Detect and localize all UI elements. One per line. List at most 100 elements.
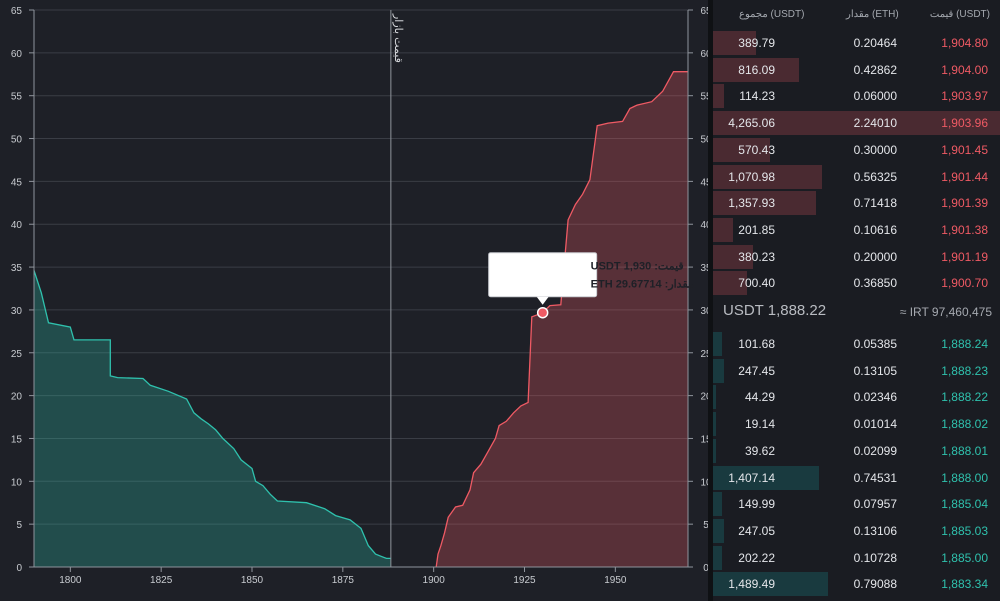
y-tick-label: 35	[11, 263, 23, 274]
tooltip-box	[488, 252, 598, 298]
ask-row[interactable]: 114.23 0.06000 1,903.97	[713, 83, 1000, 109]
bid-row[interactable]: 1,407.14 0.74531 1,888.00	[713, 465, 1000, 490]
bid-row[interactable]: 247.45 0.13105 1,888.23	[713, 358, 1000, 383]
y-tick-label: 45	[700, 177, 708, 188]
tooltip-arrow	[536, 296, 549, 305]
ask-row[interactable]: 4,265.06 2.24010 1,903.96	[713, 110, 1000, 136]
y-axis-left: 0 5 10 15 20 25 30 35 40 45 50 55 60 65	[11, 6, 35, 574]
bid-total: 1,489.49	[728, 577, 775, 592]
y-tick-label: 60	[700, 49, 708, 60]
bid-depth-bar	[713, 438, 716, 463]
bid-total: 19.14	[744, 417, 775, 432]
header-total: مجموع (USDT)	[739, 9, 805, 20]
y-tick-label: 65	[700, 6, 708, 17]
ask-price: 1,901.39	[941, 196, 988, 211]
ask-total: 570.43	[738, 142, 775, 157]
ask-row[interactable]: 1,070.98 0.56325 1,901.44	[713, 164, 1000, 189]
ask-total: 114.23	[739, 89, 775, 104]
ask-amount: 0.20464	[853, 36, 897, 50]
ask-total: 700.40	[738, 276, 775, 291]
ask-row[interactable]: 570.43 0.30000 1,901.45	[713, 137, 1000, 162]
bid-depth-bar	[713, 358, 725, 383]
market-price-label: قیمت بازار	[392, 13, 404, 63]
bid-total: 101.68	[738, 337, 775, 351]
y-tick-label: 25	[700, 349, 708, 360]
bid-amount: 0.01014	[853, 417, 897, 432]
x-tick-label: 1800	[59, 575, 82, 586]
bid-amount: 0.10728	[853, 550, 897, 565]
bid-price: 1,885.00	[941, 550, 988, 565]
y-tick-label: 5	[16, 520, 22, 531]
y-tick-label: 20	[700, 392, 708, 403]
depth-chart[interactable]: 1800 1825 1850 1875 1900 1925 1950 0 5 10 15 20 25 3…	[0, 0, 708, 601]
x-tick-label: 1925	[513, 575, 536, 586]
y-tick-label: 15	[11, 434, 23, 445]
ask-price: 1,904.00	[941, 62, 988, 77]
bid-row[interactable]: 39.62 0.02099 1,888.01	[713, 438, 1000, 463]
bid-total: 202.22	[738, 550, 775, 565]
y-tick-label: 65	[11, 6, 23, 17]
ask-total: 4,265.06	[728, 116, 775, 131]
bid-row[interactable]: 149.99 0.07957 1,885.04	[713, 491, 1000, 517]
ask-price: 1,901.45	[941, 142, 988, 157]
y-tick-label: 10	[700, 477, 708, 488]
y-tick-label: 40	[11, 220, 23, 231]
bid-price: 1,888.00	[941, 470, 988, 485]
bid-amount: 0.02346	[853, 390, 897, 405]
bid-depth-bar	[713, 518, 725, 543]
y-tick-label: 55	[11, 92, 23, 103]
y-tick-label: 25	[11, 349, 23, 360]
ask-price: 1,901.44	[941, 169, 988, 184]
tooltip-amount: مقدار: ETH 29.67714	[591, 279, 694, 291]
bid-row[interactable]: 44.29 0.02346 1,888.22	[713, 384, 1000, 410]
bid-total: 247.45	[738, 363, 775, 378]
bid-row[interactable]: 19.14 0.01014 1,888.02	[713, 411, 1000, 437]
x-tick-label: 1875	[332, 575, 355, 586]
ask-depth-bar	[713, 84, 725, 109]
y-tick-label: 15	[700, 434, 708, 445]
y-tick-label: 45	[11, 177, 23, 188]
bid-total: 149.99	[738, 497, 775, 512]
ask-amount: 0.06000	[853, 89, 897, 104]
bid-amount: 0.13105	[853, 363, 897, 378]
mid-price-irt: ≈ IRT 97,460,475	[899, 305, 992, 319]
bid-row[interactable]: 202.22 0.10728 1,885.00	[713, 545, 1000, 570]
ask-row[interactable]: 816.09 0.42862 1,904.00	[713, 57, 1000, 82]
ask-row[interactable]: 201.85 0.10616 1,901.38	[713, 217, 1000, 242]
y-tick-label: 50	[700, 135, 708, 146]
bid-total: 39.62	[744, 443, 775, 458]
bid-total: 1,407.14	[728, 470, 775, 485]
ask-amount: 0.36850	[853, 276, 897, 291]
x-tick-label: 1900	[423, 575, 446, 586]
bid-price: 1,883.34	[941, 577, 988, 592]
bid-price: 1,885.03	[941, 523, 988, 538]
hover-point	[536, 306, 549, 319]
bid-price: 1,888.01	[941, 443, 988, 458]
bid-price: 1,888.23	[941, 363, 988, 378]
ask-price: 1,903.96	[941, 116, 988, 131]
ask-row[interactable]: 380.23 0.20000 1,901.19	[713, 244, 1000, 269]
bid-amount: 0.74531	[853, 470, 897, 485]
bid-total: 247.05	[738, 523, 775, 538]
bid-row[interactable]: 247.05 0.13106 1,885.03	[713, 518, 1000, 543]
x-tick-label: 1850	[241, 575, 264, 586]
bid-depth-bar	[713, 385, 716, 410]
ask-row[interactable]: 389.79 0.20464 1,904.80	[713, 30, 1000, 55]
ask-amount: 0.30000	[853, 142, 897, 157]
ask-amount: 0.56325	[853, 169, 897, 184]
bid-depth-bar	[713, 332, 722, 356]
ask-row[interactable]: 700.40 0.36850 1,900.70	[713, 270, 1000, 296]
bid-row[interactable]: 101.68 0.05385 1,888.24	[713, 331, 1000, 356]
ask-row[interactable]: 1,357.93 0.71418 1,901.39	[713, 190, 1000, 216]
header-price: قیمت (USDT)	[929, 9, 990, 20]
header-amount: مقدار (ETH)	[846, 9, 899, 20]
y-tick-label: 30	[700, 306, 708, 317]
ask-total: 1,357.93	[728, 196, 775, 211]
ask-price: 1,900.70	[941, 276, 988, 291]
bid-depth-bar	[713, 412, 716, 437]
x-tick-label: 1825	[150, 575, 173, 586]
ask-total: 1,070.98	[728, 169, 775, 184]
bid-amount: 0.05385	[853, 337, 897, 351]
y-tick-label: 30	[11, 306, 23, 317]
bid-row[interactable]: 1,489.49 0.79088 1,883.34	[713, 571, 1000, 597]
